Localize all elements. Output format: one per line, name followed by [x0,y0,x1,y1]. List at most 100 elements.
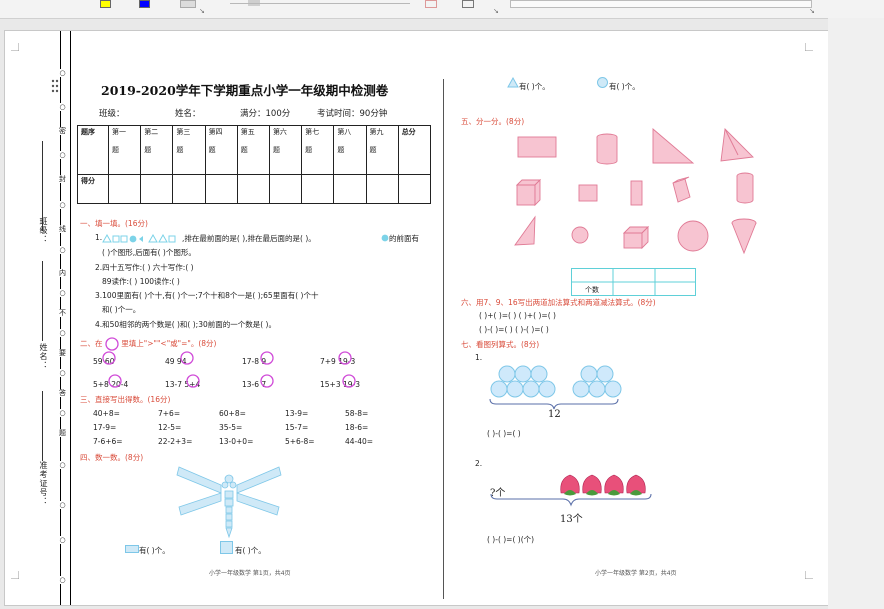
score-head: 第三题 [172,125,206,175]
dragonfly-figure [176,466,282,539]
q3-cell[interactable]: 35-5= [219,423,242,432]
score-head: 第六题 [268,125,303,175]
seal-label: 答 [58,389,67,397]
q3-cell[interactable]: 44-40= [345,437,373,446]
drag-handle-icon[interactable] [51,79,59,93]
q3-cell[interactable]: 12-5= [158,423,181,432]
q3-cell[interactable]: 18-6= [345,423,368,432]
table-cell: 第四 [208,128,223,136]
score-head: 第四题 [204,125,238,175]
paste-button[interactable] [425,0,437,8]
find-button[interactable] [462,0,474,8]
q3-cell[interactable]: 15-7= [285,423,308,432]
rt-count-circle[interactable]: 有( )个。 [609,81,640,92]
score-head: 题序 [77,125,109,175]
score-cell[interactable] [236,174,270,204]
font-color-button[interactable] [139,0,150,8]
triangle-icon [507,77,519,88]
q6-add-row[interactable]: ( )+( )=( ) ( )+( )=( ) [479,311,556,320]
circle-icon [597,77,608,88]
styles-box[interactable] [510,0,812,8]
score-cell[interactable] [107,174,142,204]
score-head: 第九题 [365,125,399,175]
q7-item2-num: 2. [475,459,483,468]
q3-cell[interactable]: 13-0+0= [219,437,253,446]
q6-sub-row[interactable]: ( )-( )=( ) ( )-( )=( ) [479,325,549,334]
q1-line1-tail: 的前面有 [389,234,419,243]
table-cell: 第八 [337,128,352,136]
compare-circles [102,351,356,388]
name-label: 姓名： [39,343,48,370]
q7-eq1[interactable]: ( )-( )=( ) [487,429,521,438]
score-cell[interactable] [333,174,367,204]
table-cell: 第一 [112,128,126,136]
side-panel [828,18,884,609]
q2-title-a: 二、在 [80,339,103,348]
q4-count-square[interactable]: 有( )个。 [235,545,266,556]
score-cell[interactable] [268,174,303,204]
square-icon [220,541,233,554]
q1-line3b: 和( )个一。 [102,305,141,314]
table-cell: 第五 [240,128,255,136]
class-field: 班级： [99,109,125,119]
q7-eq2[interactable]: ( )-( )=( )(个) [487,534,534,545]
seal-circle: ○ [58,329,67,337]
q3-cell[interactable]: 22-2+3= [158,437,192,446]
q3-cell[interactable]: 60+8= [219,409,246,418]
seal-circle: ○ [58,576,67,584]
seal-circle: ○ [58,103,67,111]
q3-cell[interactable]: 17-9= [93,423,116,432]
q4-count-rect[interactable]: 有( )个。 [139,545,170,556]
table-cell: 第九 [369,128,384,136]
table-cell: 总分 [401,128,416,136]
seal-label: 内 [58,269,67,277]
exam-id-label: 准考证号： [39,461,48,506]
table-cell: 题 [176,146,184,154]
footer-right: 小学一年级数学 第2页，共4页 [595,570,677,577]
score-cell[interactable] [204,174,238,204]
score-cell[interactable] [140,174,174,204]
seal-circle: ○ [58,501,67,509]
dialog-launcher-icon[interactable]: ↘ [199,7,205,15]
seal-circle: ○ [58,461,67,469]
count-table-label: 个数 [585,286,599,294]
q3-cell[interactable]: 40+8= [93,409,120,418]
seal-label: 线 [58,225,67,233]
q3-cell[interactable]: 7+6= [158,409,180,418]
seal-circle: ○ [58,369,67,377]
q3-cell[interactable]: 7-6+6= [93,437,123,446]
brace-figure [490,493,652,507]
seal-circle: ○ [58,536,67,544]
rectangle-icon [125,545,139,553]
highlight-color-button[interactable] [100,0,111,8]
score-cell[interactable] [365,174,399,204]
q6-title: 六、用7、9、16写出两道加法算式和两道减法算式。(8分) [461,298,656,307]
q3-cell[interactable]: 13-9= [285,409,308,418]
score-head: 第八题 [333,125,367,175]
q3-cell[interactable]: 5+6-8= [285,437,315,446]
dialog-launcher-icon[interactable]: ↘ [809,7,815,15]
q3-cell[interactable]: 58-8= [345,409,368,418]
q2-title-b: 里填上">""<"或"="。(8分) [121,339,217,348]
q1-line1: ,排在最前面的是( ),排在最后面的是( )。 [182,234,316,243]
full-score: 满分：100分 [240,109,291,119]
seal-label: 题 [58,429,67,437]
style-gallery-button[interactable] [180,0,196,8]
score-cell[interactable] [172,174,206,204]
q3-title: 三、直接写出得数。(16分) [80,395,171,404]
q1-title: 一、填一填。(16分) [80,219,148,228]
ribbon-divider [230,3,410,4]
seal-circle: ○ [58,201,67,209]
exam-time: 考试时间：90分钟 [317,109,388,119]
score-head: 总分 [397,125,432,175]
crop-mark-icon [11,571,19,579]
score-cell[interactable] [301,174,335,204]
score-cell[interactable] [397,174,432,204]
crop-mark-icon [805,43,813,51]
seal-label: 密 [58,127,67,135]
ribbon-toolbar: ↘ ↘ ↘ [0,0,884,19]
q7-title: 七、看图列算式。(8分) [461,340,540,349]
score-table: 题序 第一题 第二题 第三题 第四题 第五题 第六题 第七题 第八题 第九题 总… [77,125,432,204]
rt-count-triangle[interactable]: 有( )个。 [519,81,550,92]
dialog-launcher-icon[interactable]: ↘ [493,7,499,15]
